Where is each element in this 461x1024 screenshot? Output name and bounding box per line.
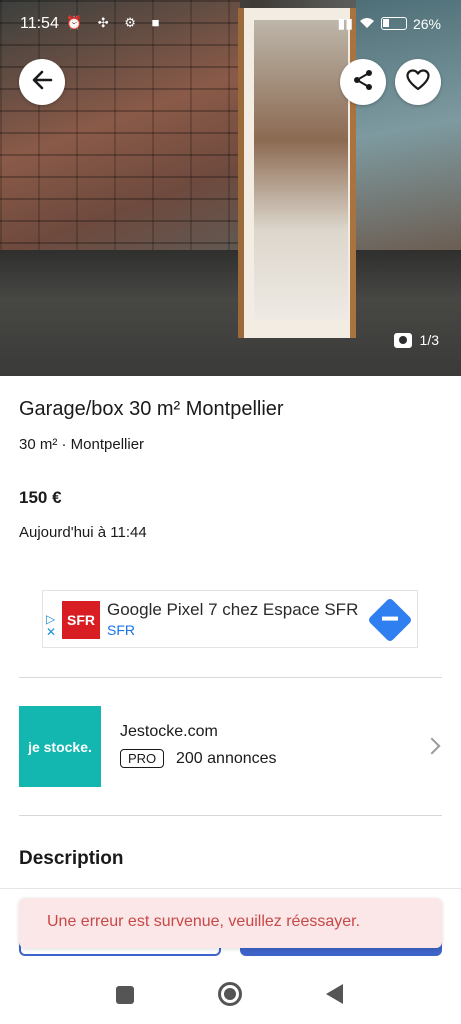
home-icon[interactable]	[218, 982, 242, 1006]
photo-counter-label: 1/3	[419, 332, 439, 348]
divider	[19, 677, 442, 678]
status-right: ▮▮ 26%	[338, 15, 441, 32]
error-toast[interactable]: Une erreur est survenue, veuillez réessa…	[19, 898, 442, 948]
seller-logo[interactable]: je stocke.	[19, 706, 101, 787]
recents-icon[interactable]	[116, 986, 134, 1004]
photo-floor	[0, 250, 461, 376]
listing-photo[interactable]	[0, 0, 461, 376]
pro-badge: PRO	[120, 749, 165, 768]
ad-banner[interactable]: ▷ ✕ SFR Google Pixel 7 chez Espace SFR SF…	[42, 590, 418, 648]
error-toast-message: Une erreur est survenue, veuillez réessa…	[47, 913, 361, 930]
share-icon	[352, 69, 374, 96]
ad-advertiser: SFR	[107, 622, 135, 638]
back-triangle-icon[interactable]	[326, 984, 343, 1004]
system-nav-bar	[0, 968, 461, 1024]
ad-title[interactable]: Google Pixel 7 chez Espace SFR	[107, 600, 358, 620]
arrow-left-icon	[31, 69, 53, 96]
divider	[19, 815, 442, 816]
status-bar: 11:54 ⏰ ✣ ⚙ ■ ▮▮ 26%	[0, 10, 461, 38]
description-heading: Description	[19, 848, 124, 869]
status-time: 11:54	[20, 15, 59, 32]
photo-door-inside	[254, 20, 348, 320]
battery-level: 26%	[412, 15, 441, 32]
listing-price: 150 €	[19, 488, 62, 507]
ad-directions-icon[interactable]	[367, 597, 413, 643]
share-button[interactable]	[340, 59, 386, 105]
signal-icon: ▮▮	[337, 15, 353, 31]
heart-icon	[406, 68, 430, 96]
listing-subtitle: 30 m² · Montpellier	[19, 436, 145, 453]
battery-icon	[380, 17, 407, 30]
back-button[interactable]	[19, 59, 65, 105]
ad-logo: SFR	[62, 601, 100, 639]
camera-icon	[393, 332, 412, 348]
seller-name[interactable]: Jestocke.com	[120, 723, 218, 741]
listing-date: Aujourd'hui à 11:44	[19, 524, 147, 541]
seller-listings-count: 200 annonces	[176, 750, 277, 767]
photo-counter: 1/3	[393, 332, 439, 348]
status-notification-icons: ⏰ ✣ ⚙ ■	[66, 15, 166, 30]
wifi-icon	[359, 16, 375, 32]
favorite-button[interactable]	[395, 59, 441, 105]
chevron-right-icon[interactable]	[423, 737, 441, 755]
listing-title: Garage/box 30 m² Montpellier	[19, 398, 284, 420]
adchoices-icon[interactable]: ▷ ✕	[46, 613, 56, 639]
